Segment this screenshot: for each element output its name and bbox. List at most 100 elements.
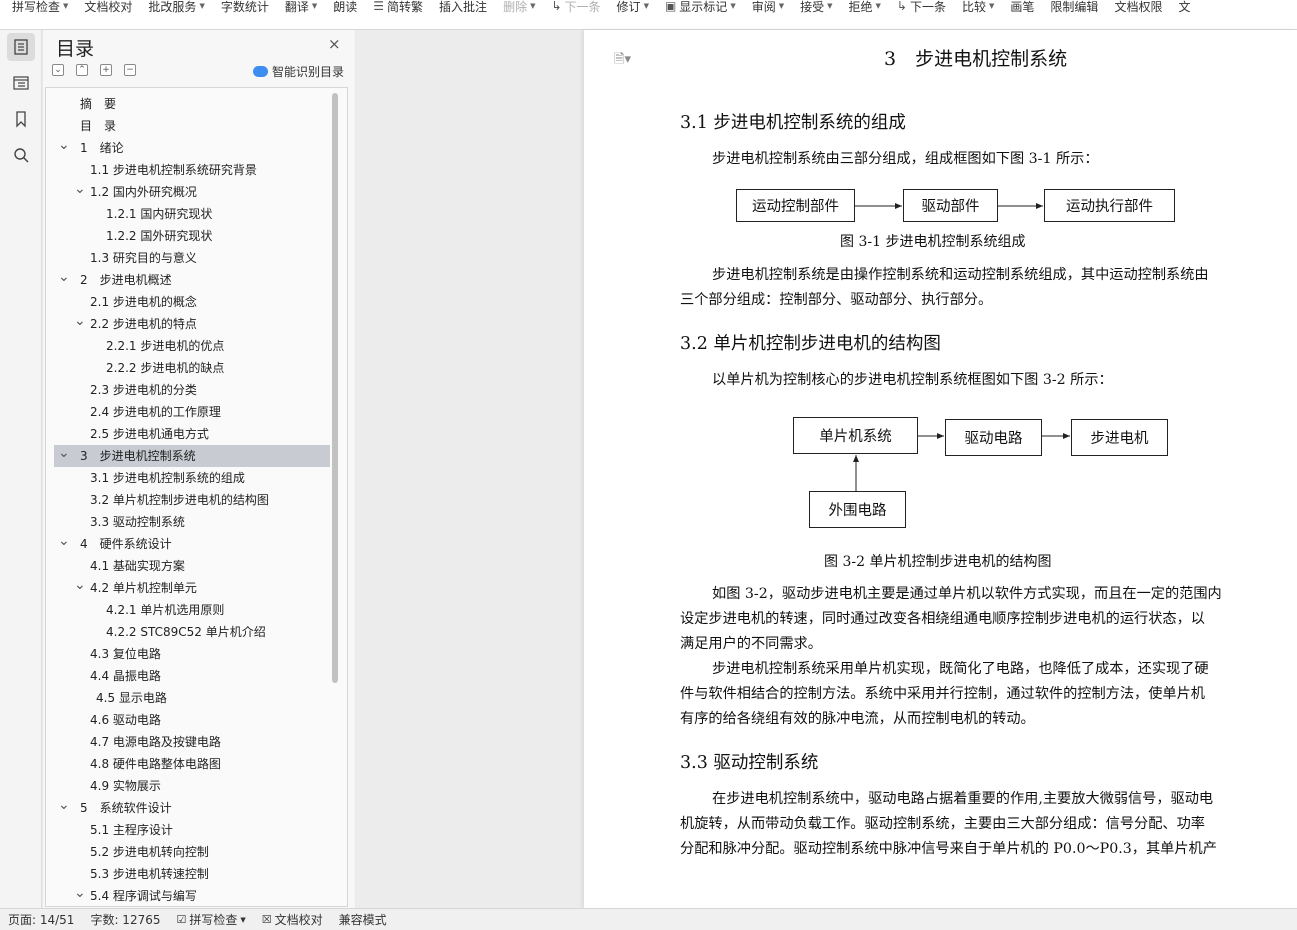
toc-item[interactable]: 2.3 步进电机的分类	[54, 379, 330, 401]
toc-item[interactable]: 3.2 单片机控制步进电机的结构图	[54, 489, 330, 511]
chevron-down-icon[interactable]: ⌄	[58, 794, 70, 816]
toc-item[interactable]: ⌄ 4.2 单片机控制单元	[54, 577, 330, 599]
section-3-1-title: 3.1 步进电机控制系统的组成	[680, 113, 906, 133]
search-button[interactable]	[7, 141, 35, 169]
fig32-box-peripheral: 外围电路	[809, 491, 906, 528]
close-icon[interactable]: ×	[328, 35, 341, 53]
chevron-down-icon: ▼	[875, 2, 881, 10]
toc-item[interactable]: 3.1 步进电机控制系统的组成	[54, 467, 330, 489]
proofread-status[interactable]: ☒ 文档校对	[254, 911, 331, 928]
chevron-down-icon[interactable]: ⌄	[58, 134, 70, 156]
toolbar-item-19[interactable]: 文档权限	[1106, 0, 1170, 14]
toolbar-item-7[interactable]: 插入批注	[431, 0, 495, 14]
toc-item[interactable]: 4.7 电源电路及按键电路	[54, 731, 330, 753]
toolbar-item-5[interactable]: 朗读	[325, 0, 365, 14]
toc-item[interactable]: ⌄ 4 硬件系统设计	[54, 533, 330, 555]
toc-item[interactable]: 4.8 硬件电路整体电路图	[54, 753, 330, 775]
toolbar-item-1[interactable]: 文档校对	[76, 0, 140, 14]
toc-item[interactable]: 4.6 驱动电路	[54, 709, 330, 731]
toc-item[interactable]: ⌄ 5 系统软件设计	[54, 797, 330, 819]
toc-item[interactable]: ⌄ 2 步进电机概述	[54, 269, 330, 291]
toolbar-item-label: 字数统计	[220, 0, 269, 14]
toolbar-item-18[interactable]: 限制编辑	[1042, 0, 1106, 14]
toc-item[interactable]: 2.4 步进电机的工作原理	[54, 401, 330, 423]
toolbar-item-16[interactable]: 比较 ▼	[954, 0, 1002, 14]
chevron-down-icon[interactable]: ⌄	[74, 310, 86, 332]
toolbar-item-9[interactable]: ↳ 下一条	[543, 0, 608, 14]
toolbar-item-3[interactable]: 字数统计	[213, 0, 277, 14]
toolbar-item-8[interactable]: 删除 ▼	[495, 0, 543, 14]
toc-item[interactable]: 3.3 驱动控制系统	[54, 511, 330, 533]
toc-item[interactable]: 1.1 步进电机控制系统研究背景	[54, 159, 330, 181]
toolbar-item-label: 下一条	[564, 0, 601, 14]
toc-item-label: 2.2 步进电机的特点	[90, 317, 197, 331]
toc-item[interactable]: 1.3 研究目的与意义	[54, 247, 330, 269]
toc-item[interactable]: 4.2.1 单片机选用原则	[54, 599, 330, 621]
toc-item[interactable]: 2.2.1 步进电机的优点	[54, 335, 330, 357]
chevron-down-icon[interactable]: ⌄	[74, 178, 86, 200]
toc-scrollbar[interactable]	[332, 93, 338, 683]
toolbar-item-label: 文档权限	[1114, 0, 1163, 14]
toolbar-item-14[interactable]: 拒绝 ▼	[841, 0, 889, 14]
chevron-down-icon[interactable]: ⌄	[58, 442, 70, 464]
toolbar-item-label: 删除	[503, 0, 528, 14]
toolbar-item-10[interactable]: 修订 ▼	[609, 0, 657, 14]
toolbar-item-4[interactable]: 翻译 ▼	[277, 0, 325, 14]
toc-item[interactable]: 5.1 主程序设计	[54, 819, 330, 841]
toc-item[interactable]: 4.9 实物展示	[54, 775, 330, 797]
spell-check-status[interactable]: ☑ 拼写检查 ▼	[169, 911, 254, 928]
toc-item[interactable]: ⌄ 1 绪论	[54, 137, 330, 159]
toolbar-item-12[interactable]: 审阅 ▼	[744, 0, 792, 14]
toolbar-item-20[interactable]: 文	[1170, 0, 1198, 14]
chevron-down-icon[interactable]: ⌄	[74, 574, 86, 596]
remove-heading-button[interactable]: −	[124, 64, 136, 76]
toc-item[interactable]: ⌄ 3 步进电机控制系统	[54, 445, 330, 467]
toc-item[interactable]: 4.1 基础实现方案	[54, 555, 330, 577]
toc-item[interactable]: 1.2.1 国内研究现状	[54, 203, 330, 225]
bookmark-button[interactable]	[7, 105, 35, 133]
toc-item-label: 2.2.1 步进电机的优点	[106, 339, 225, 353]
toc-item-label: 1.2 国内外研究概况	[90, 185, 197, 199]
toc-item-label: 4.2 单片机控制单元	[90, 581, 197, 595]
smart-toc-button[interactable]: 智能识别目录	[253, 63, 344, 80]
toc-item[interactable]: 目 录	[54, 115, 330, 137]
toc-item[interactable]: ⌄ 1.2 国内外研究概况	[54, 181, 330, 203]
toolbar-item-2[interactable]: 批改服务 ▼	[140, 0, 212, 14]
toc-item[interactable]: 4.4 晶振电路	[54, 665, 330, 687]
toolbar-item-13[interactable]: 接受 ▼	[792, 0, 840, 14]
chevron-down-icon[interactable]: ⌄	[58, 530, 70, 552]
toolbar-item-17[interactable]: 画笔	[1002, 0, 1042, 14]
toc-item[interactable]: 摘 要	[54, 93, 330, 115]
toc-panel-button[interactable]	[7, 33, 35, 61]
chevron-down-icon[interactable]: ⌄	[74, 882, 86, 904]
side-rail	[0, 30, 42, 908]
chevron-down-icon[interactable]: ⌄	[58, 266, 70, 288]
toc-item-label: 5.1 主程序设计	[90, 823, 173, 837]
toc-item[interactable]: 5.2 步进电机转向控制	[54, 841, 330, 863]
toc-item-label: 1.2.2 国外研究现状	[106, 229, 213, 243]
toolbar-item-15[interactable]: ↳ 下一条	[889, 0, 954, 14]
toc-item[interactable]: ⌄ 5.4 程序调试与编写	[54, 882, 330, 906]
document-options-icon[interactable]: 🗎▾	[614, 50, 631, 72]
collapse-all-button[interactable]: ⌄	[52, 64, 64, 76]
toc-item-label: 3.3 驱动控制系统	[90, 515, 185, 529]
toolbar-item-11[interactable]: ▣ 显示标记 ▼	[657, 0, 744, 14]
fig32-box-stepper-motor: 步进电机	[1071, 419, 1168, 456]
toolbar-item-0[interactable]: 拼写检查 ▼	[4, 0, 76, 14]
toc-item[interactable]: 2.1 步进电机的概念	[54, 291, 330, 313]
toc-item[interactable]: 4.3 复位电路	[54, 643, 330, 665]
add-heading-button[interactable]: +	[100, 64, 112, 76]
toc-item[interactable]: 5.3 步进电机转速控制	[54, 863, 330, 885]
toc-item[interactable]: 2.5 步进电机通电方式	[54, 423, 330, 445]
toc-item[interactable]: 2.2.2 步进电机的缺点	[54, 357, 330, 379]
fig31-box-motion-control: 运动控制部件	[736, 189, 855, 222]
word-count[interactable]: 字数: 12765	[82, 911, 168, 928]
navigation-button[interactable]	[7, 69, 35, 97]
toolbar-item-6[interactable]: ☰ 简转繁	[365, 0, 431, 14]
toc-item[interactable]: 1.2.2 国外研究现状	[54, 225, 330, 247]
page-indicator[interactable]: 页面: 14/51	[0, 911, 82, 928]
toc-item[interactable]: 4.5 显示电路	[54, 687, 330, 709]
toc-item[interactable]: 4.2.2 STC89C52 单片机介绍	[54, 621, 330, 643]
expand-all-button[interactable]: ⌃	[76, 64, 88, 76]
toc-item[interactable]: ⌄ 2.2 步进电机的特点	[54, 313, 330, 335]
